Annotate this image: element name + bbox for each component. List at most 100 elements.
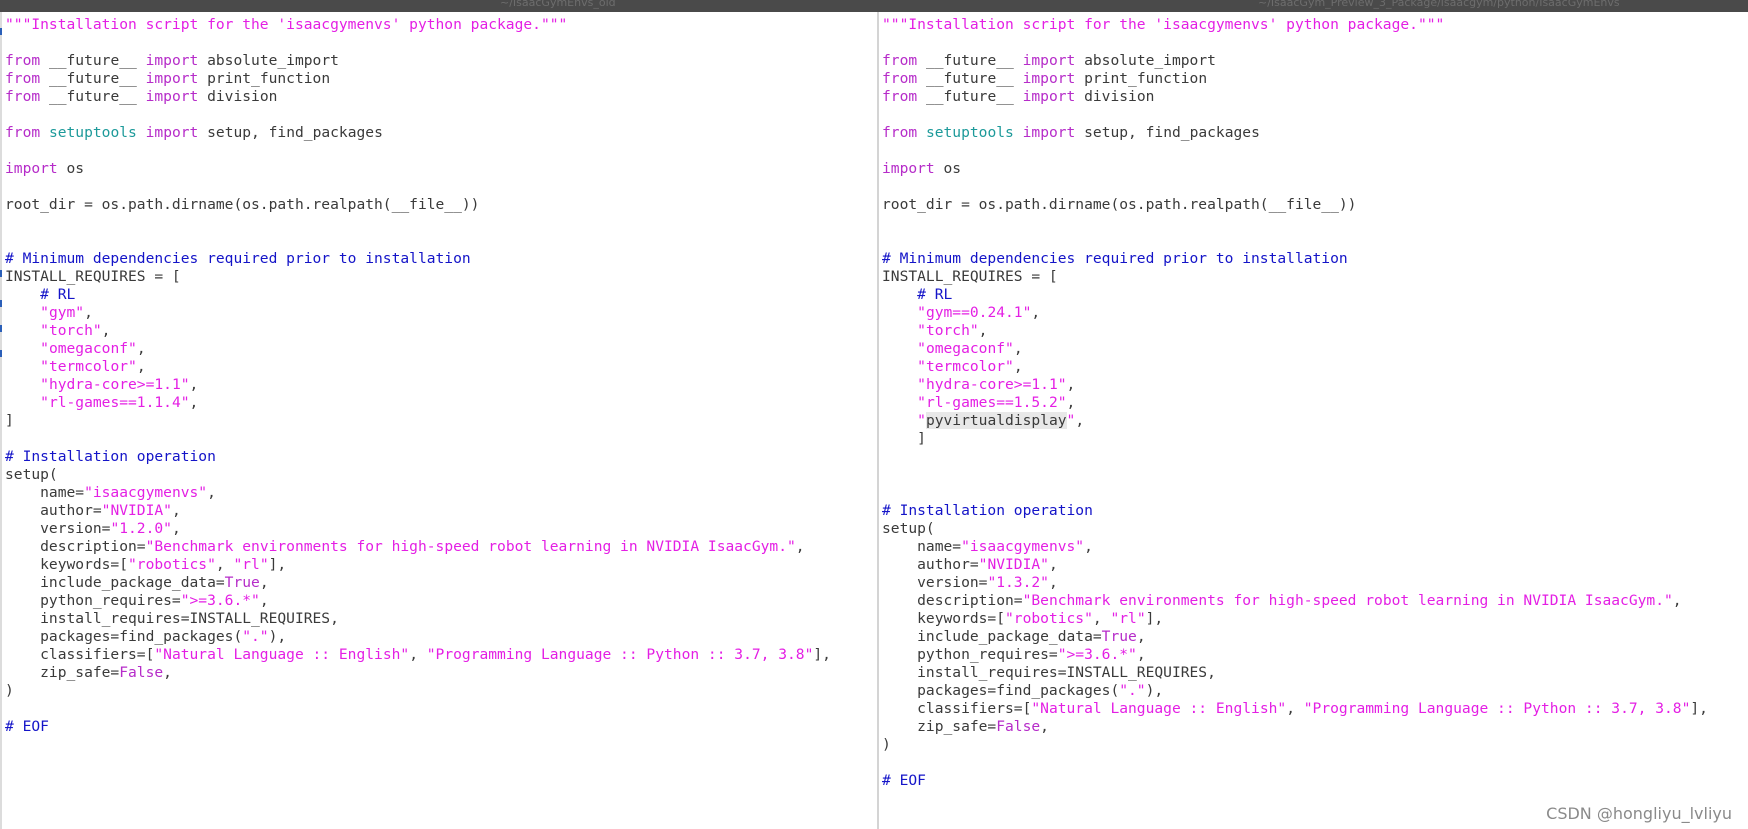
code-line[interactable]: "gym==0.24.1", <box>882 304 1748 322</box>
code-line[interactable]: import os <box>882 160 1748 178</box>
code-line[interactable]: from __future__ import absolute_import <box>882 52 1748 70</box>
code-line[interactable]: description="Benchmark environments for … <box>882 592 1748 610</box>
code-text: description= <box>882 592 1023 609</box>
code-line[interactable]: """Installation script for the 'isaacgym… <box>5 16 877 34</box>
code-line[interactable]: classifiers=["Natural Language :: Englis… <box>882 700 1748 718</box>
code-line[interactable] <box>882 232 1748 250</box>
code-line[interactable]: "omegaconf", <box>882 340 1748 358</box>
code-line[interactable]: # EOF <box>5 718 877 736</box>
code-line[interactable]: import os <box>5 160 877 178</box>
code-line[interactable]: version="1.2.0", <box>5 520 877 538</box>
code-line[interactable]: name="isaacgymenvs", <box>5 484 877 502</box>
code-line[interactable]: keywords=["robotics", "rl"], <box>882 610 1748 628</box>
code-line[interactable]: from __future__ import division <box>882 88 1748 106</box>
code-line[interactable] <box>5 430 877 448</box>
code-line[interactable]: keywords=["robotics", "rl"], <box>5 556 877 574</box>
left-code-view[interactable]: """Installation script for the 'isaacgym… <box>2 12 877 736</box>
code-line[interactable] <box>882 106 1748 124</box>
code-line[interactable]: install_requires=INSTALL_REQUIRES, <box>5 610 877 628</box>
code-line[interactable]: setup( <box>882 520 1748 538</box>
code-line[interactable]: ] <box>5 412 877 430</box>
code-line[interactable]: classifiers=["Natural Language :: Englis… <box>5 646 877 664</box>
code-line[interactable]: "rl-games==1.1.4", <box>5 394 877 412</box>
code-line[interactable]: # Installation operation <box>882 502 1748 520</box>
code-line[interactable]: packages=find_packages("."), <box>882 682 1748 700</box>
code-line[interactable]: include_package_data=True, <box>882 628 1748 646</box>
code-line[interactable]: "rl-games==1.5.2", <box>882 394 1748 412</box>
code-line[interactable]: root_dir = os.path.dirname(os.path.realp… <box>882 196 1748 214</box>
code-text: ] <box>882 430 926 447</box>
code-line[interactable] <box>5 34 877 52</box>
code-line[interactable] <box>882 448 1748 466</box>
code-line[interactable]: name="isaacgymenvs", <box>882 538 1748 556</box>
code-line[interactable]: author="NVIDIA", <box>5 502 877 520</box>
code-line[interactable] <box>882 466 1748 484</box>
code-line[interactable]: install_requires=INSTALL_REQUIRES, <box>882 664 1748 682</box>
string-token: "Programming Language :: Python :: 3.7, … <box>426 646 814 663</box>
code-line[interactable]: "omegaconf", <box>5 340 877 358</box>
code-line[interactable] <box>882 484 1748 502</box>
code-line[interactable] <box>882 214 1748 232</box>
code-line[interactable]: from __future__ import division <box>5 88 877 106</box>
code-line[interactable]: python_requires=">=3.6.*", <box>5 592 877 610</box>
code-line[interactable] <box>882 142 1748 160</box>
code-line[interactable] <box>882 178 1748 196</box>
code-text: , <box>795 538 805 555</box>
code-line[interactable]: "hydra-core>=1.1", <box>882 376 1748 394</box>
code-line[interactable] <box>5 214 877 232</box>
code-line[interactable]: """Installation script for the 'isaacgym… <box>882 16 1748 34</box>
code-line[interactable]: description="Benchmark environments for … <box>5 538 877 556</box>
code-line[interactable]: INSTALL_REQUIRES = [ <box>5 268 877 286</box>
code-line[interactable] <box>5 700 877 718</box>
comment-token: # EOF <box>882 772 926 789</box>
code-line[interactable]: "torch", <box>882 322 1748 340</box>
code-line[interactable]: "gym", <box>5 304 877 322</box>
right-code-view[interactable]: """Installation script for the 'isaacgym… <box>879 12 1748 790</box>
code-line[interactable]: setup( <box>5 466 877 484</box>
right-editor-pane[interactable]: """Installation script for the 'isaacgym… <box>879 12 1748 829</box>
code-line[interactable] <box>5 232 877 250</box>
code-line[interactable]: # Minimum dependencies required prior to… <box>5 250 877 268</box>
code-line[interactable]: # Minimum dependencies required prior to… <box>882 250 1748 268</box>
code-line[interactable] <box>5 106 877 124</box>
code-line[interactable]: from setuptools import setup, find_packa… <box>882 124 1748 142</box>
code-line[interactable]: from __future__ import print_function <box>882 70 1748 88</box>
code-line[interactable]: include_package_data=True, <box>5 574 877 592</box>
code-line[interactable] <box>882 34 1748 52</box>
code-line[interactable]: root_dir = os.path.dirname(os.path.realp… <box>5 196 877 214</box>
code-line[interactable]: zip_safe=False, <box>882 718 1748 736</box>
code-line[interactable]: zip_safe=False, <box>5 664 877 682</box>
code-line[interactable]: "hydra-core>=1.1", <box>5 376 877 394</box>
code-line[interactable]: ) <box>882 736 1748 754</box>
comment-token: # Minimum dependencies required prior to… <box>5 250 471 267</box>
code-line[interactable] <box>882 754 1748 772</box>
code-line[interactable]: python_requires=">=3.6.*", <box>882 646 1748 664</box>
code-line[interactable]: # Installation operation <box>5 448 877 466</box>
code-line[interactable]: ] <box>882 430 1748 448</box>
left-editor-pane[interactable]: """Installation script for the 'isaacgym… <box>0 12 877 829</box>
string-token: "gym" <box>40 304 85 321</box>
code-line[interactable]: "termcolor", <box>5 358 877 376</box>
code-line[interactable]: packages=find_packages("."), <box>5 628 877 646</box>
code-line[interactable]: from __future__ import print_function <box>5 70 877 88</box>
code-line[interactable]: version="1.3.2", <box>882 574 1748 592</box>
code-line[interactable]: INSTALL_REQUIRES = [ <box>882 268 1748 286</box>
code-line[interactable]: from __future__ import absolute_import <box>5 52 877 70</box>
keyword-token: import <box>145 124 199 141</box>
code-line[interactable]: author="NVIDIA", <box>882 556 1748 574</box>
code-line[interactable] <box>5 178 877 196</box>
code-line[interactable]: # EOF <box>882 772 1748 790</box>
code-line[interactable]: # RL <box>5 286 877 304</box>
code-line[interactable] <box>5 142 877 160</box>
keyword-token: import <box>145 52 199 69</box>
code-line[interactable]: # RL <box>882 286 1748 304</box>
string-token: "Programming Language :: Python :: 3.7, … <box>1303 700 1691 717</box>
string-token: "rl" <box>233 556 269 573</box>
code-text: , <box>1136 628 1146 645</box>
code-line[interactable]: "termcolor", <box>882 358 1748 376</box>
code-line[interactable]: "pyvirtualdisplay", <box>882 412 1748 430</box>
code-line[interactable]: ) <box>5 682 877 700</box>
code-line[interactable]: "torch", <box>5 322 877 340</box>
code-line[interactable]: from setuptools import setup, find_packa… <box>5 124 877 142</box>
